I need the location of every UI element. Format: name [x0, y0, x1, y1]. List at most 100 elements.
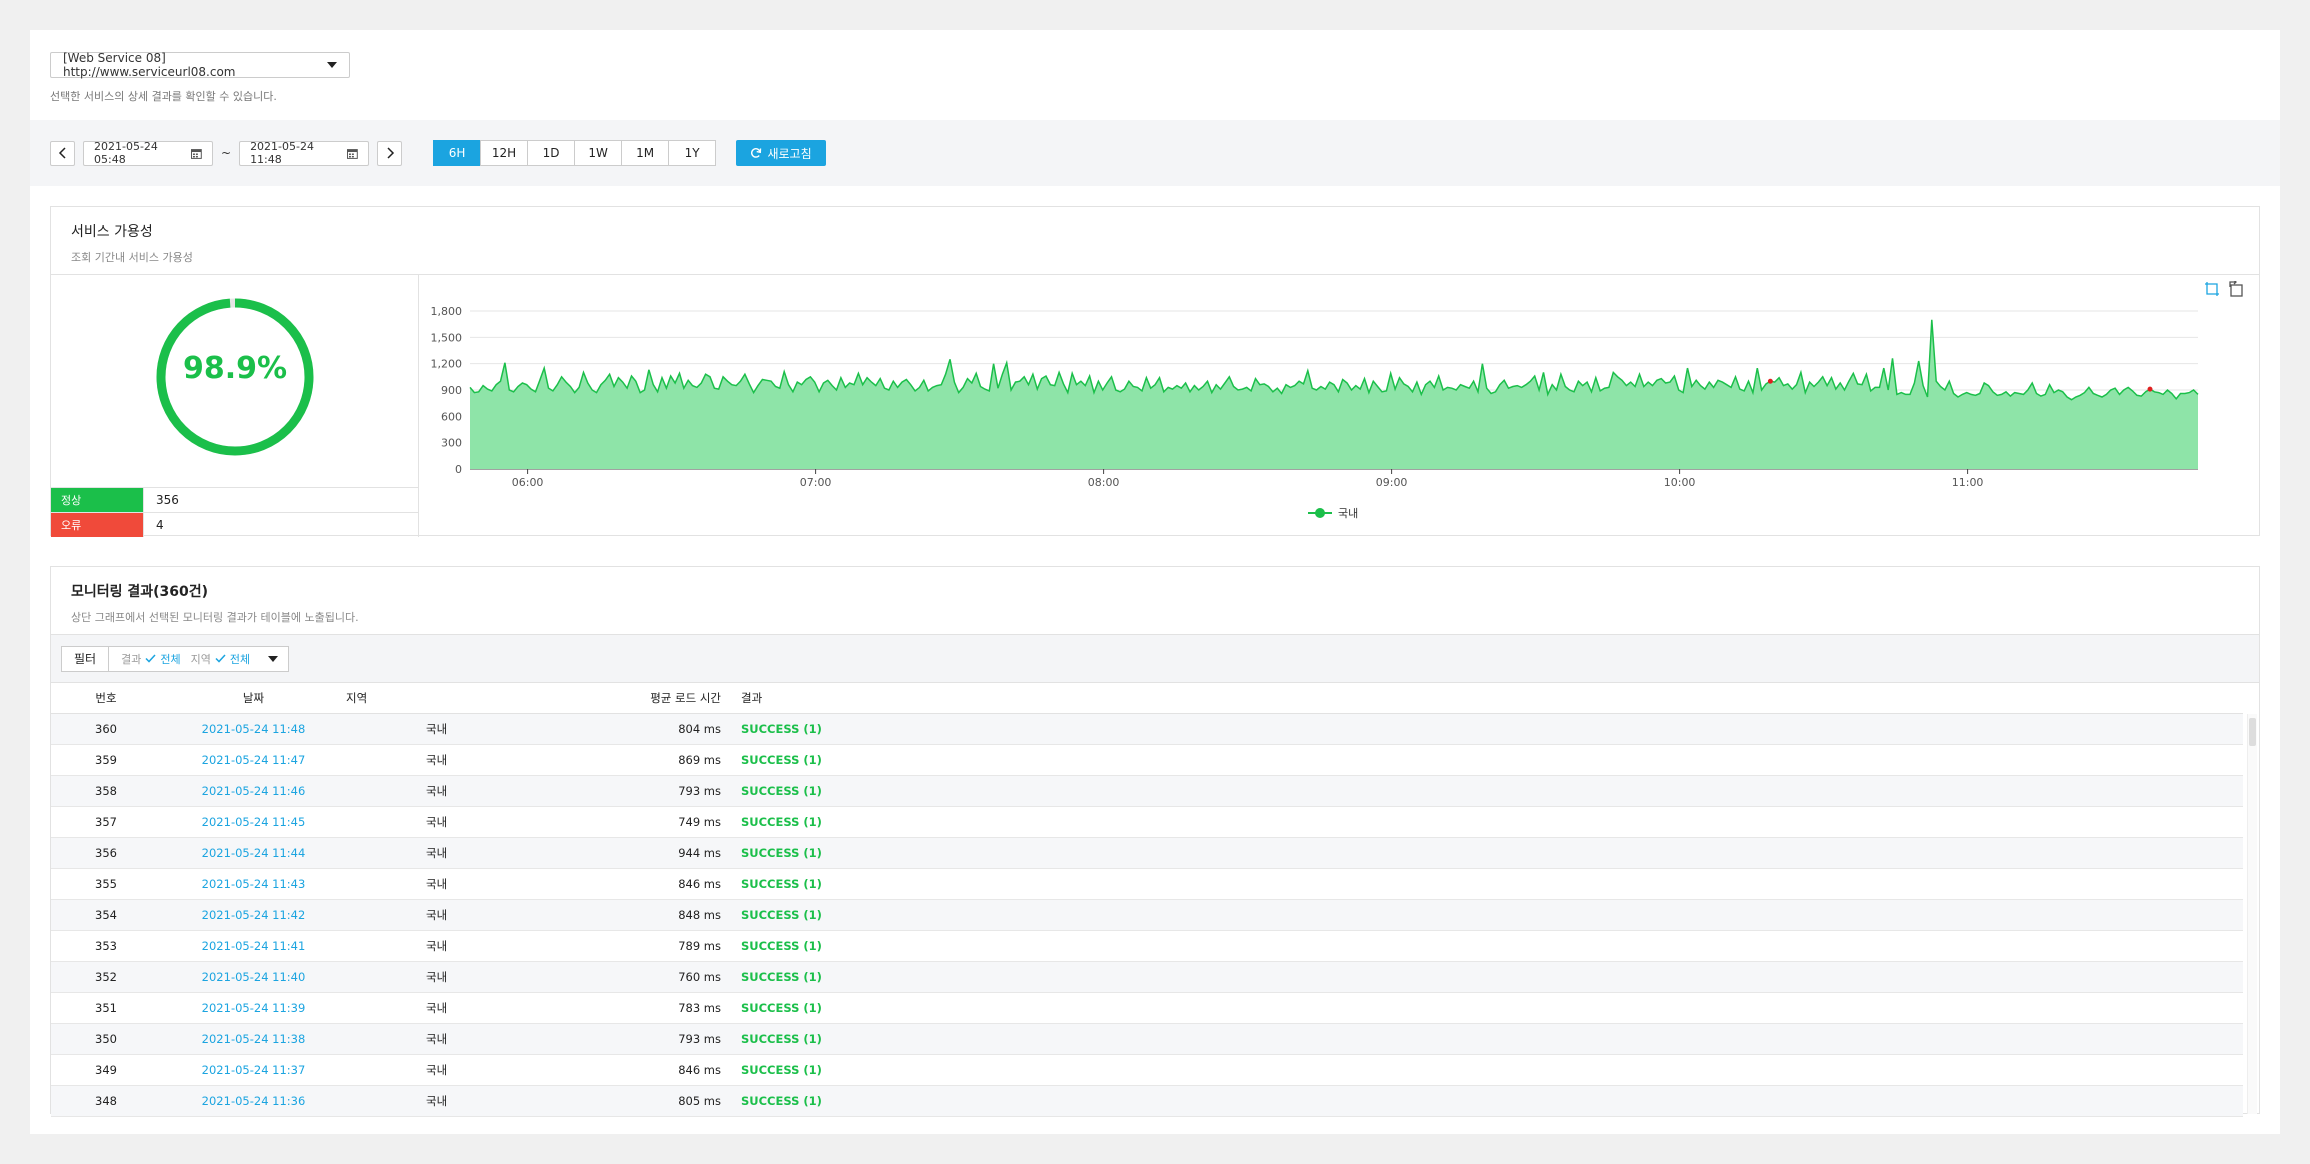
row-date-link[interactable]: 2021-05-24 11:38 — [161, 1023, 346, 1055]
zoom-reset-icon[interactable] — [2228, 281, 2244, 297]
row-date-link[interactable]: 2021-05-24 11:40 — [161, 961, 346, 993]
series-area — [470, 319, 2198, 469]
row-number: 355 — [51, 868, 161, 900]
table-row[interactable]: 358 2021-05-24 11:46 국내 793 ms SUCCESS (1) — [51, 775, 2243, 807]
end-date-input[interactable]: 2021-05-24 11:48 — [239, 140, 370, 166]
calendar-icon — [191, 148, 202, 159]
results-header: 모니터링 결과(360건) 상단 그래프에서 선택된 모니터링 결과가 테이블에… — [51, 567, 2259, 635]
row-result: SUCCESS (1) — [741, 899, 2243, 931]
table-row[interactable]: 356 2021-05-24 11:44 국내 944 ms SUCCESS (1) — [51, 837, 2243, 869]
start-date-input[interactable]: 2021-05-24 05:48 — [83, 140, 213, 166]
next-period-button[interactable] — [377, 140, 403, 166]
error-point — [2147, 386, 2153, 392]
column-header-result[interactable]: 결과 — [741, 683, 2243, 714]
start-date-value: 2021-05-24 05:48 — [94, 140, 158, 166]
filter-bar: 필터 결과 전체 지역 전체 — [51, 635, 2259, 683]
row-date-link[interactable]: 2021-05-24 11:37 — [161, 1054, 346, 1086]
load-time-chart: 0 300 600 900 1,200 1,500 1,800 06:00 07:00 08:00… — [431, 305, 2199, 520]
service-description: 선택한 서비스의 상세 결과를 확인할 수 있습니다. — [50, 90, 277, 103]
table-row[interactable]: 353 2021-05-24 11:41 국내 789 ms SUCCESS (1) — [51, 930, 2243, 962]
range-button-1w[interactable]: 1W — [574, 140, 623, 166]
row-result: SUCCESS (1) — [741, 1085, 2243, 1117]
row-region: 국내 — [346, 806, 491, 838]
results-table: 번호 날짜 지역 평균 로드 시간 결과 360 2021-05-24 11:48… — [51, 683, 2243, 1117]
chevron-down-icon — [268, 655, 279, 662]
service-select-value: [Web Service 08] http://www.serviceurl08… — [63, 51, 236, 79]
table-row[interactable]: 355 2021-05-24 11:43 국내 846 ms SUCCESS (1) — [51, 868, 2243, 900]
refresh-label: 새로고침 — [767, 146, 812, 161]
table-scrollbar-thumb[interactable] — [2249, 718, 2256, 746]
row-date-link[interactable]: 2021-05-24 11:45 — [161, 806, 346, 838]
row-date-link[interactable]: 2021-05-24 11:36 — [161, 1085, 346, 1117]
row-date-link[interactable]: 2021-05-24 11:42 — [161, 899, 346, 931]
table-row[interactable]: 352 2021-05-24 11:40 국내 760 ms SUCCESS (1) — [51, 961, 2243, 993]
range-button-1d[interactable]: 1D — [527, 140, 576, 166]
filter-tags-dropdown[interactable]: 결과 전체 지역 전체 — [109, 645, 290, 672]
table-row[interactable]: 360 2021-05-24 11:48 국내 804 ms SUCCESS (1) — [51, 713, 2243, 745]
prev-period-button[interactable] — [50, 140, 75, 166]
region-filter-key: 지역 — [190, 652, 211, 666]
y-tick-label: 1,800 — [431, 305, 463, 318]
row-date-link[interactable]: 2021-05-24 11:39 — [161, 992, 346, 1024]
row-number: 352 — [51, 961, 161, 993]
row-result: SUCCESS (1) — [741, 1023, 2243, 1055]
refresh-button[interactable]: 새로고침 — [736, 140, 827, 166]
row-date-link[interactable]: 2021-05-24 11:47 — [161, 744, 346, 776]
column-header-load-time[interactable]: 평균 로드 시간 — [491, 683, 741, 714]
table-row[interactable]: 351 2021-05-24 11:39 국내 783 ms SUCCESS (1) — [51, 992, 2243, 1024]
range-button-6h[interactable]: 6H — [433, 140, 482, 166]
table-row[interactable]: 348 2021-05-24 11:36 국내 805 ms SUCCESS (1) — [51, 1085, 2243, 1117]
x-tick-label: 10:00 — [1664, 476, 1696, 489]
row-load-time: 805 ms — [491, 1085, 741, 1117]
availability-card: 서비스 가용성 조회 기간내 서비스 가용성 98.9% 정상 356 오류 4 — [50, 206, 2260, 537]
results-subtitle: 상단 그래프에서 선택된 모니터링 결과가 테이블에 노출됩니다. — [71, 611, 359, 624]
range-button-group: 6H 12H 1D 1W 1M 1Y — [433, 140, 717, 166]
row-date-link[interactable]: 2021-05-24 11:44 — [161, 837, 346, 869]
date-toolbar: 2021-05-24 05:48 ~ 2021-05-24 11:48 6H 12… — [30, 120, 2280, 186]
error-count: 4 — [143, 513, 419, 537]
range-button-1y[interactable]: 1Y — [668, 140, 717, 166]
row-date-link[interactable]: 2021-05-24 11:41 — [161, 930, 346, 962]
column-header-date[interactable]: 날짜 — [161, 683, 346, 714]
row-load-time: 749 ms — [491, 806, 741, 838]
zoom-select-icon[interactable] — [2204, 281, 2220, 297]
row-load-time: 783 ms — [491, 992, 741, 1024]
y-tick-label: 300 — [441, 437, 462, 450]
table-row[interactable]: 357 2021-05-24 11:45 국내 749 ms SUCCESS (1) — [51, 806, 2243, 838]
column-header-region[interactable]: 지역 — [346, 683, 491, 714]
table-scrollbar[interactable] — [2247, 714, 2257, 1114]
row-date-link[interactable]: 2021-05-24 11:48 — [161, 713, 346, 745]
range-button-12h[interactable]: 12H — [480, 140, 529, 166]
legend-marker — [1315, 508, 1325, 518]
row-result: SUCCESS (1) — [741, 837, 2243, 869]
column-header-number[interactable]: 번호 — [51, 683, 161, 714]
calendar-icon — [347, 148, 359, 159]
table-row[interactable]: 350 2021-05-24 11:38 국내 793 ms SUCCESS (1) — [51, 1023, 2243, 1055]
table-row[interactable]: 349 2021-05-24 11:37 국내 846 ms SUCCESS (1) — [51, 1054, 2243, 1086]
chevron-right-icon — [387, 147, 394, 159]
row-date-link[interactable]: 2021-05-24 11:43 — [161, 868, 346, 900]
table-row[interactable]: 354 2021-05-24 11:42 국내 848 ms SUCCESS (1) — [51, 899, 2243, 931]
availability-percent: 98.9% — [182, 351, 288, 386]
x-tick-label: 07:00 — [800, 476, 832, 489]
results-title: 모니터링 결과(360건) — [71, 584, 209, 600]
legend-label[interactable]: 국내 — [1338, 507, 1358, 520]
row-number: 360 — [51, 713, 161, 745]
row-number: 351 — [51, 992, 161, 1024]
row-number: 357 — [51, 806, 161, 838]
row-region: 국내 — [346, 992, 491, 1024]
row-date-link[interactable]: 2021-05-24 11:46 — [161, 775, 346, 807]
table-row[interactable]: 359 2021-05-24 11:47 국내 869 ms SUCCESS (1) — [51, 744, 2243, 776]
range-button-1m[interactable]: 1M — [621, 140, 670, 166]
filter-button[interactable]: 필터 — [61, 645, 110, 672]
ok-count: 356 — [143, 488, 419, 512]
availability-header: 서비스 가용성 조회 기간내 서비스 가용성 — [51, 207, 2259, 275]
results-card: 모니터링 결과(360건) 상단 그래프에서 선택된 모니터링 결과가 테이블에… — [50, 566, 2260, 1117]
availability-subtitle: 조회 기간내 서비스 가용성 — [71, 251, 193, 264]
end-date-value: 2021-05-24 11:48 — [250, 140, 314, 166]
row-region: 국내 — [346, 1023, 491, 1055]
service-select[interactable]: [Web Service 08] http://www.serviceurl08… — [50, 51, 350, 79]
main-panel: [Web Service 08] http://www.serviceurl08… — [30, 30, 2280, 1134]
ok-stat-row: 정상 356 — [51, 487, 419, 512]
row-result: SUCCESS (1) — [741, 806, 2243, 838]
